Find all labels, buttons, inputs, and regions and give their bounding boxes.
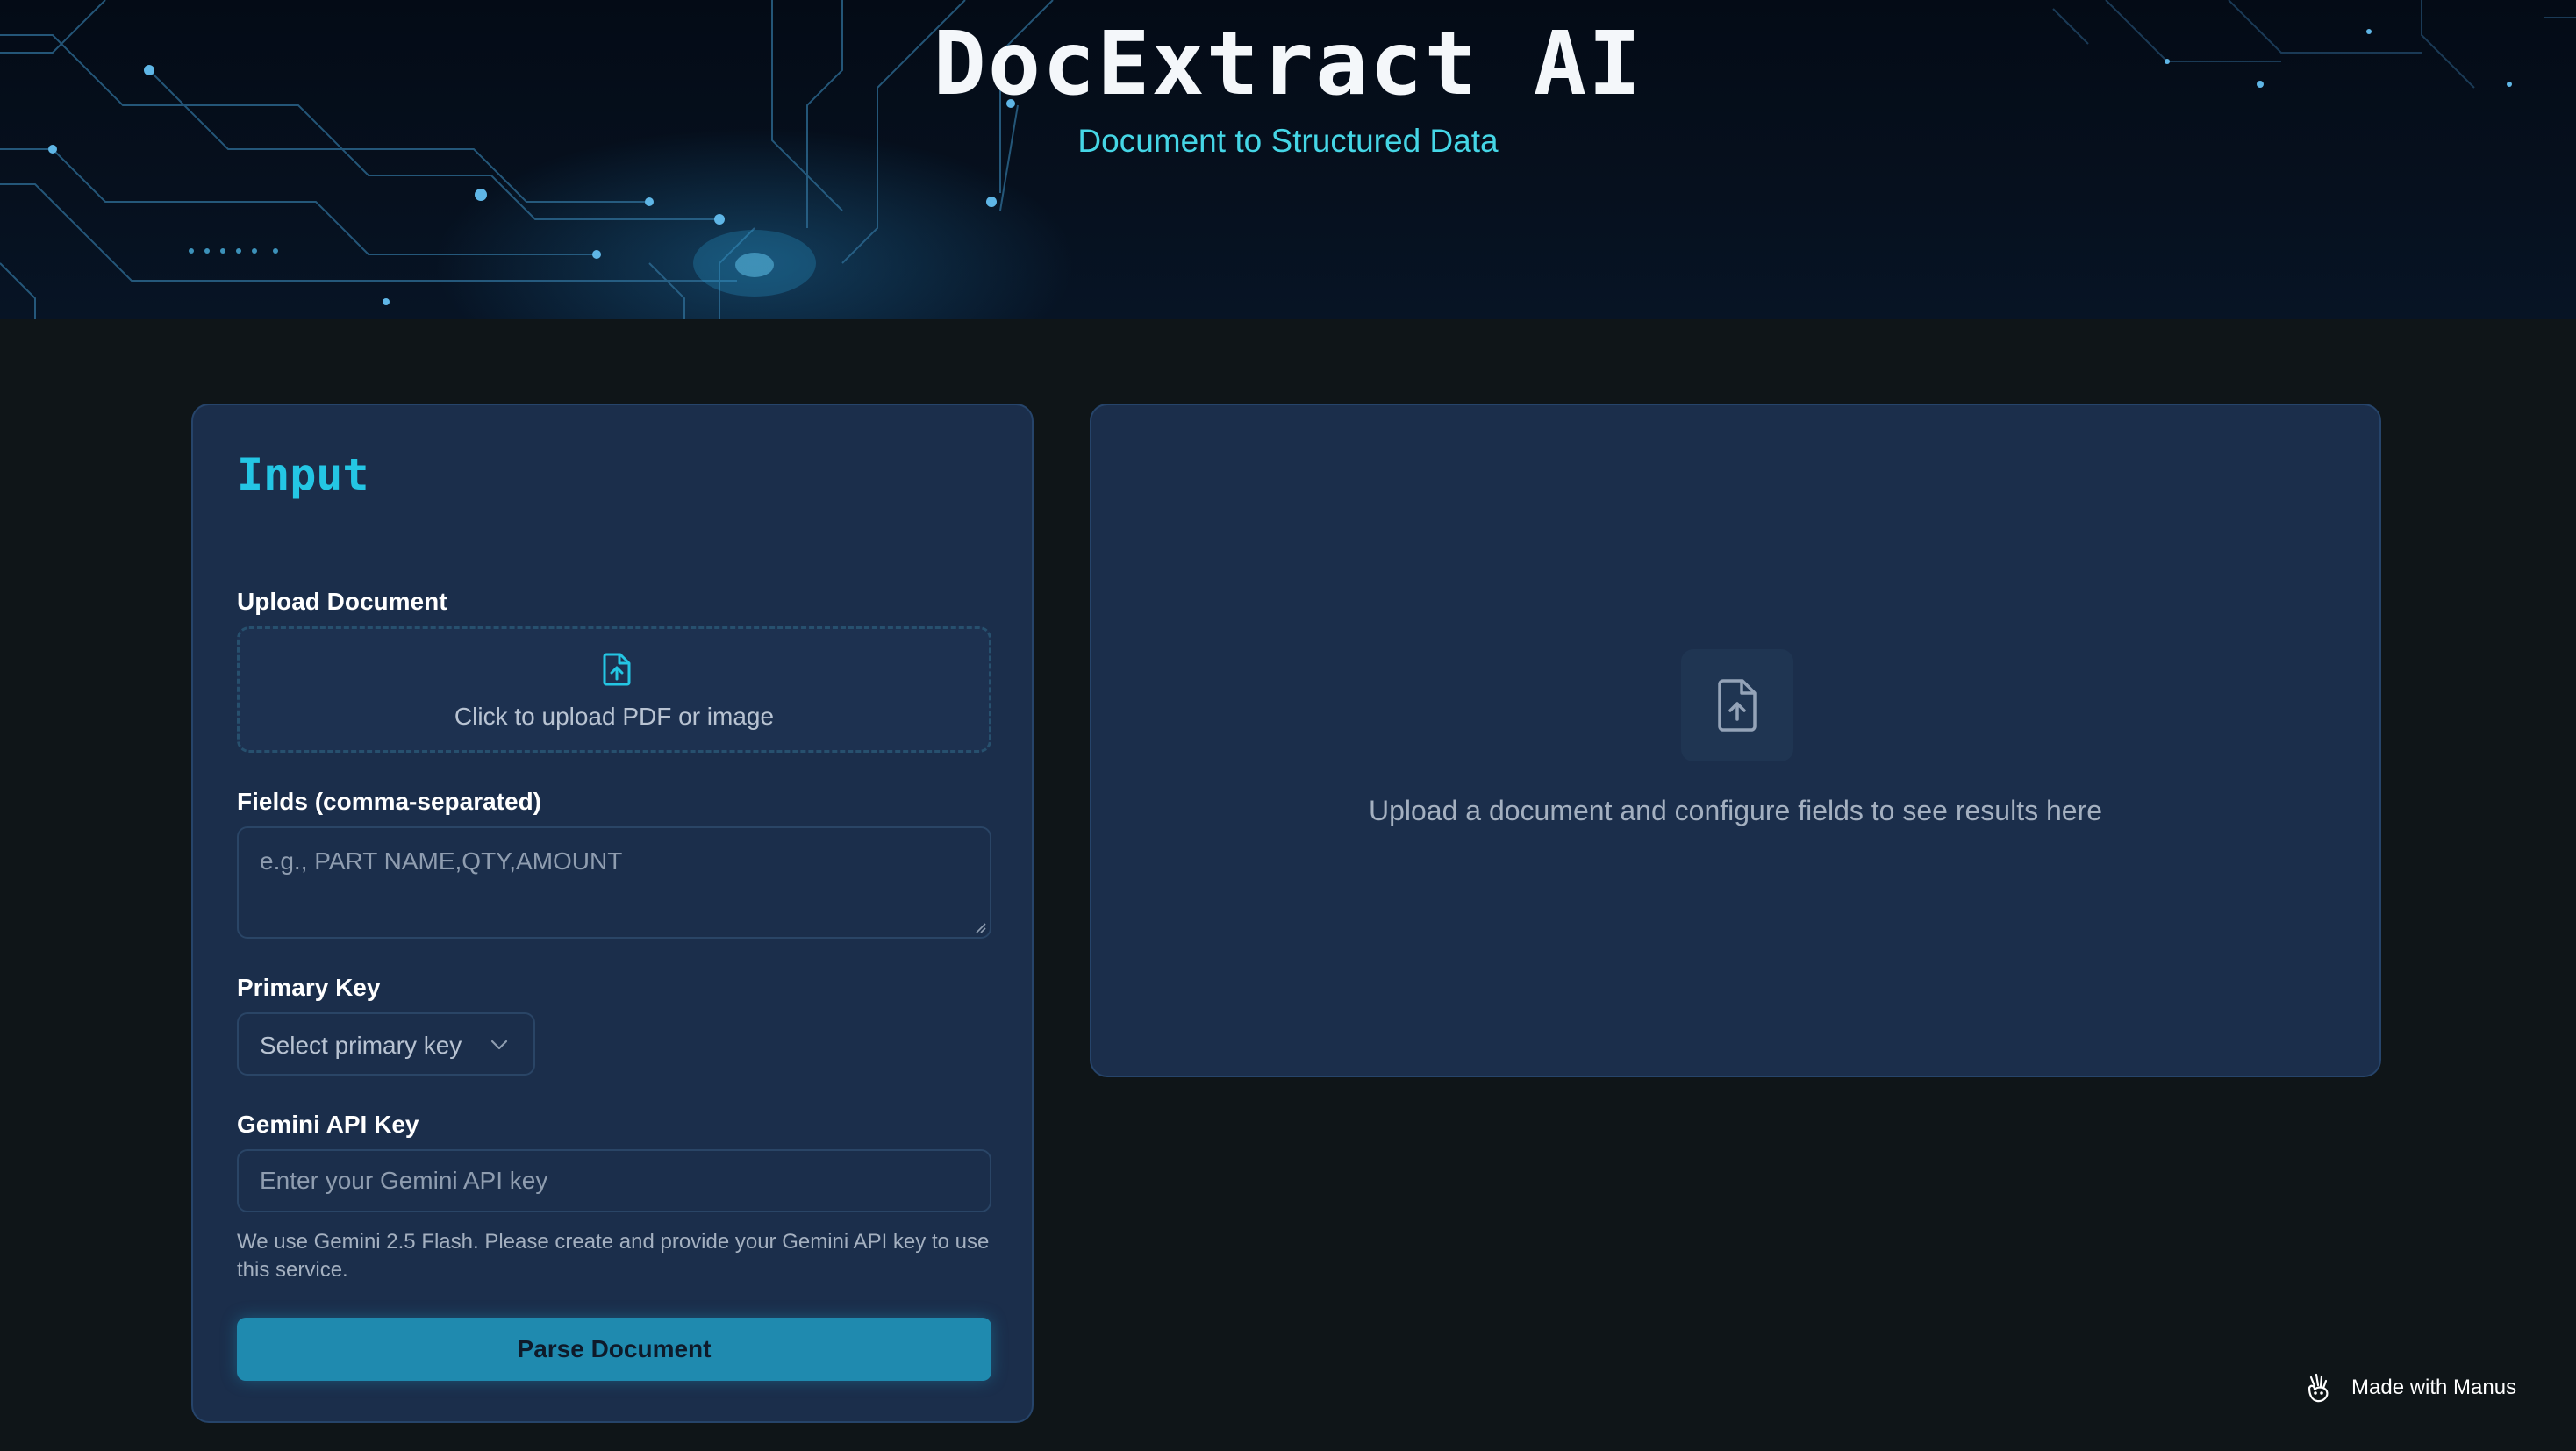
fields-textarea[interactable]: e.g., PART NAME,QTY,AMOUNT	[237, 826, 991, 939]
empty-state-message: Upload a document and configure fields t…	[1368, 795, 2103, 826]
api-key-help: We use Gemini 2.5 Flash. Please create a…	[237, 1230, 990, 1282]
empty-state-icon-box	[1681, 649, 1793, 761]
primary-key-value: Select primary key	[260, 1032, 462, 1059]
input-panel-heading: Input	[237, 449, 369, 500]
upload-label: Upload Document	[237, 588, 447, 615]
manus-hand-icon	[2308, 1373, 2329, 1403]
resize-grip-icon[interactable]	[974, 921, 986, 933]
chevron-down-icon	[490, 1040, 508, 1050]
api-key-input[interactable]	[237, 1149, 991, 1212]
hero-banner: DocExtract AI Document to Structured Dat…	[0, 0, 2576, 319]
fields-label: Fields (comma-separated)	[237, 788, 541, 815]
app-subtitle: Document to Structured Data	[1077, 123, 1499, 159]
api-key-label: Gemini API Key	[237, 1111, 419, 1138]
upload-prompt: Click to upload PDF or image	[454, 703, 775, 730]
primary-key-select[interactable]: Select primary key	[237, 1012, 535, 1076]
badge-text: Made with Manus	[2351, 1376, 2517, 1399]
primary-key-label: Primary Key	[237, 974, 381, 1001]
upload-dropzone[interactable]: Click to upload PDF or image	[237, 626, 991, 753]
parse-document-button[interactable]: Parse Document	[237, 1318, 991, 1381]
fields-placeholder: e.g., PART NAME,QTY,AMOUNT	[260, 847, 623, 875]
file-upload-icon	[603, 653, 631, 686]
file-upload-icon	[1718, 679, 1757, 732]
app-title: DocExtract AI	[933, 12, 1643, 115]
input-panel: Input Upload Document Click to upload PD…	[191, 404, 1034, 1423]
results-panel: Upload a document and configure fields t…	[1090, 404, 2381, 1077]
